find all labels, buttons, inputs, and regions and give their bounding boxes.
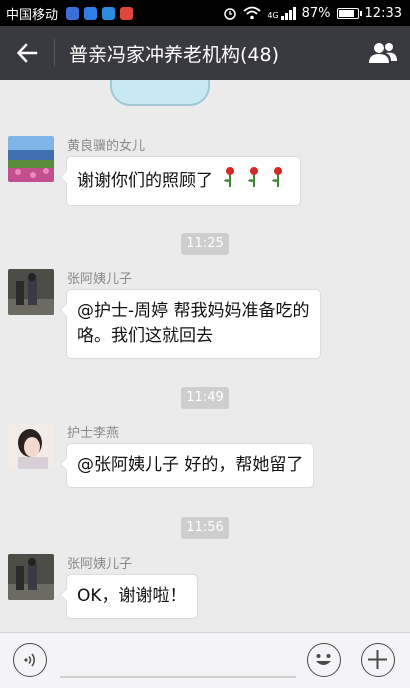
- battery-icon: [336, 7, 362, 19]
- timestamp: 11:25: [181, 233, 229, 255]
- sticker-image[interactable]: [110, 80, 210, 106]
- chat-title: 普亲冯家冲养老机构(48): [69, 43, 280, 66]
- app-notification-icon: [102, 6, 116, 20]
- group-info-button[interactable]: [356, 26, 410, 80]
- voice-button[interactable]: [13, 643, 47, 677]
- avatar[interactable]: [8, 136, 54, 182]
- message-text: 谢谢你们的照顾了: [77, 171, 213, 191]
- sender-name: 黄良骥的女儿: [67, 139, 146, 154]
- sender-name: 张阿姨儿子: [67, 272, 133, 287]
- avatar[interactable]: [8, 554, 54, 600]
- sender-name: 护士李燕: [67, 426, 120, 441]
- avatar[interactable]: [8, 423, 54, 469]
- wifi-icon: [243, 6, 261, 20]
- message-text: OK，谢谢啦！: [77, 586, 187, 606]
- message-bubble[interactable]: 谢谢你们的照顾了: [59, 156, 302, 206]
- chat-header: 普亲冯家冲养老机构(48): [0, 26, 410, 80]
- plus-icon: [368, 650, 387, 669]
- message-text-line: @护士-周婷 帮我妈妈准备吃的: [77, 301, 310, 321]
- clock: 12:33: [364, 5, 402, 21]
- signal-icon: 4G: [267, 6, 296, 20]
- voice-icon: [24, 653, 35, 667]
- avatar[interactable]: [8, 269, 54, 315]
- timestamp: 11:56: [181, 517, 229, 539]
- alarm-icon: [224, 8, 237, 20]
- message-bubble[interactable]: @张阿姨儿子 好的，帮她留了: [59, 443, 315, 488]
- input-bar: [0, 632, 410, 688]
- emoji-button[interactable]: [307, 643, 341, 677]
- rose-emoji-icon: [220, 166, 290, 196]
- people-icon: [369, 43, 397, 63]
- timestamp: 11:49: [181, 387, 229, 409]
- back-button[interactable]: [0, 26, 54, 80]
- header-divider: [54, 39, 55, 67]
- app-notification-icon: [66, 6, 80, 20]
- status-bar: 中国移动 4G 87% 12:33: [0, 0, 410, 26]
- smiley-icon: [316, 654, 331, 665]
- message-bubble[interactable]: @护士-周婷 帮我妈妈准备吃的 咯。我们这就回去: [60, 289, 321, 359]
- notification-icons: [66, 6, 134, 20]
- carrier-label: 中国移动: [6, 7, 59, 23]
- message-text: @张阿姨儿子 好的，帮她留了: [77, 455, 304, 475]
- message-list[interactable]: 黄良骥的女儿 谢谢你们的照顾了 11:25 张阿姨儿子 @护士-周婷 帮我妈妈准…: [0, 80, 410, 632]
- app-notification-icon: [120, 6, 134, 20]
- message-text-line: 咯。我们这就回去: [77, 326, 213, 346]
- arrow-left-icon: [16, 43, 38, 63]
- message-bubble[interactable]: OK，谢谢啦！: [60, 574, 198, 619]
- sender-name: 张阿姨儿子: [67, 557, 133, 572]
- app-notification-icon: [84, 6, 98, 20]
- more-button[interactable]: [361, 643, 395, 677]
- message-input[interactable]: [60, 676, 296, 678]
- battery-percent: 87%: [301, 5, 331, 21]
- network-type: 4G: [267, 10, 279, 20]
